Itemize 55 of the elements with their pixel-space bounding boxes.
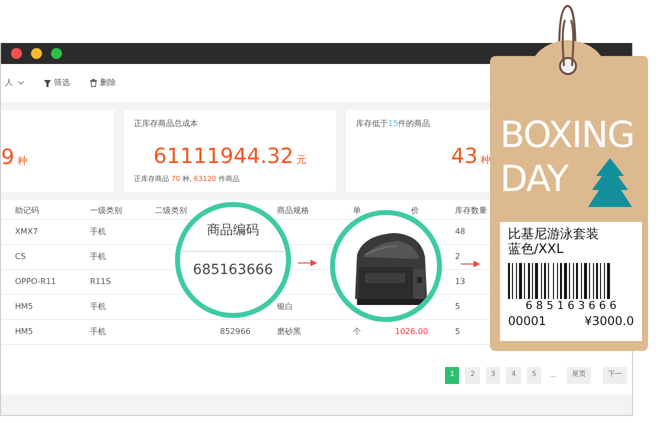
table-cell: CS <box>15 252 26 261</box>
column-header: 助记码 <box>15 206 39 215</box>
price: ¥3000.0 <box>584 314 634 330</box>
column-header: 单 <box>353 206 361 215</box>
arrow-icon <box>461 261 481 267</box>
table-cell: 852966 <box>220 327 251 336</box>
window-control[interactable] <box>11 48 22 59</box>
stat-unit: 元 <box>296 154 307 168</box>
delete-button[interactable]: 删除 <box>90 77 116 89</box>
label-text: 比基尼游泳套装 <box>508 228 600 242</box>
stat-title: 库存低于15件的商品 <box>356 118 432 130</box>
stat-unit: 种 <box>480 154 491 168</box>
filter-icon <box>44 80 51 86</box>
stat-title: 正库存商品总成本 <box>134 118 199 130</box>
column-header: 一级类别 <box>90 206 122 215</box>
table-cell: 手机 <box>90 302 106 311</box>
table-cell: 磨砂黑 <box>277 327 301 336</box>
label-text: 蓝色/XXL <box>508 242 564 258</box>
table-cell: 5 <box>455 327 460 336</box>
stat-value: 9 <box>1 147 14 168</box>
table-cell: HM5 <box>15 302 34 311</box>
column-header: 库存数量 <box>455 206 487 215</box>
column-header: 价 <box>411 206 419 215</box>
window-control[interactable] <box>51 48 62 59</box>
arrow-icon <box>298 260 318 266</box>
column-header: 商品规格 <box>277 206 309 215</box>
dropdown-button[interactable]: 人 <box>5 77 24 89</box>
callout-title: 商品编码 <box>207 222 259 240</box>
table-cell: 5 <box>455 302 460 311</box>
table-cell: 银白 <box>277 302 293 311</box>
filter-button[interactable]: 筛选 <box>44 77 70 89</box>
table-cell: 个 <box>353 327 361 336</box>
window-control[interactable] <box>31 48 42 59</box>
stat-value: 61111944.32 <box>153 146 294 167</box>
trash-icon <box>90 79 97 87</box>
table-cell: XMX7 <box>15 227 38 236</box>
table-cell: 48 <box>455 227 466 236</box>
caret-icon <box>18 81 24 85</box>
tag-title: DAY <box>500 162 568 198</box>
table-cell: 2 <box>455 252 460 261</box>
stat-unit: 种 <box>17 154 28 169</box>
table-cell: 13 <box>455 277 466 286</box>
tag-title: BOXING <box>500 118 634 154</box>
barcode-digits: 6 8 5 1 6 3 6 6 6 <box>524 298 618 312</box>
table-cell: 手机 <box>90 252 106 261</box>
table-cell: R11S <box>90 277 111 286</box>
table-cell: 手机 <box>90 227 106 236</box>
table-cell: 手机 <box>90 327 106 336</box>
callout-value: 685163666 <box>192 260 274 280</box>
serial-number: 00001 <box>508 314 546 330</box>
stat-value: 43 <box>451 146 478 167</box>
table-cell: OPPO-R11 <box>15 277 56 286</box>
table-cell: 1026.00 <box>395 327 428 336</box>
table-cell: HM5 <box>15 327 34 336</box>
column-header: 二级类别 <box>155 206 187 215</box>
